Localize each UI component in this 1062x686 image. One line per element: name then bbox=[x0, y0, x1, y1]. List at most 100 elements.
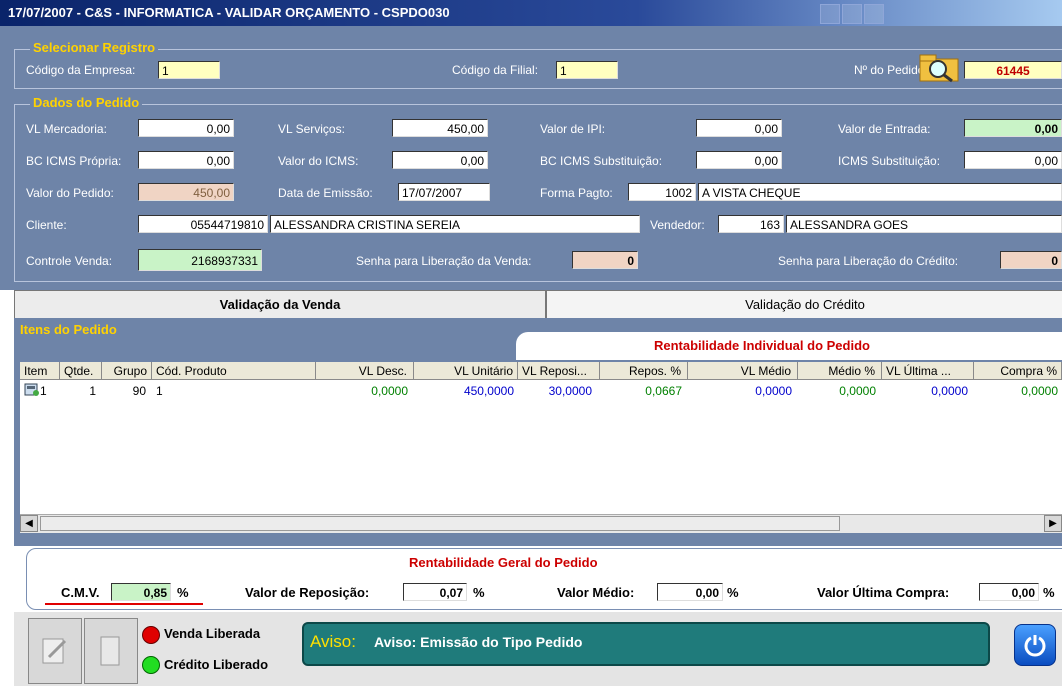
medio-label: Valor Médio: bbox=[557, 585, 635, 600]
window-title: 17/07/2007 - C&S - INFORMATICA - VALIDAR… bbox=[8, 5, 450, 20]
rentabilidade-geral-panel: Rentabilidade Geral do Pedido C.M.V. 0,8… bbox=[26, 548, 1062, 610]
vl-servicos-field[interactable]: 450,00 bbox=[392, 119, 488, 137]
cmv-field[interactable]: 0,85 bbox=[111, 583, 171, 601]
bc-icms-subst-field[interactable]: 0,00 bbox=[696, 151, 782, 169]
tab-validacao-credito[interactable]: Validação do Crédito bbox=[546, 290, 1062, 319]
column-header[interactable]: VL Desc. bbox=[316, 362, 414, 380]
horizontal-scrollbar[interactable]: ◀ ▶ bbox=[20, 514, 1062, 533]
scrollbar-thumb[interactable] bbox=[40, 516, 840, 531]
cell-reposicao: 30,0000 bbox=[548, 384, 592, 398]
valor-icms-field[interactable]: 0,00 bbox=[392, 151, 488, 169]
vl-servicos-label: VL Serviços: bbox=[278, 122, 345, 136]
cell-item: 1 bbox=[40, 384, 47, 398]
title-bar-button[interactable] bbox=[820, 4, 840, 24]
venda-status-red-icon bbox=[142, 626, 160, 644]
column-header[interactable]: Cód. Produto bbox=[152, 362, 316, 380]
reposicao-percent: % bbox=[473, 585, 485, 600]
column-header[interactable]: Qtde. bbox=[60, 362, 102, 380]
aviso-box: Aviso: Aviso: Emissão do Tipo Pedido bbox=[302, 622, 990, 666]
filial-label: Código da Filial: bbox=[452, 63, 539, 77]
vl-mercadoria-label: VL Mercadoria: bbox=[26, 122, 107, 136]
credito-status-green-icon bbox=[142, 656, 160, 674]
controle-venda-label: Controle Venda: bbox=[26, 254, 113, 268]
edit-document-button[interactable] bbox=[28, 618, 82, 684]
icms-subst-field[interactable]: 0,00 bbox=[964, 151, 1062, 169]
cell-grupo: 90 bbox=[132, 384, 146, 398]
ultima-compra-label: Valor Última Compra: bbox=[817, 585, 950, 600]
section-title-itens: Itens do Pedido bbox=[20, 322, 117, 337]
cell-medio: 0,0000 bbox=[755, 384, 792, 398]
cell-compra-pct: 0,0000 bbox=[1021, 384, 1058, 398]
power-button[interactable] bbox=[1014, 624, 1056, 666]
vendedor-code-field[interactable]: 163 bbox=[718, 215, 784, 233]
medio-percent: % bbox=[727, 585, 739, 600]
filial-field[interactable]: 1 bbox=[556, 61, 618, 79]
tab-strip: Validação da Venda Validação do Crédito bbox=[14, 290, 1062, 319]
cmv-label: C.M.V. bbox=[61, 585, 100, 600]
valor-entrada-field[interactable]: 0,00 bbox=[964, 119, 1062, 137]
column-header[interactable]: Grupo bbox=[102, 362, 152, 380]
vendedor-name-field[interactable]: ALESSANDRA GOES bbox=[786, 215, 1062, 233]
valor-ipi-field[interactable]: 0,00 bbox=[696, 119, 782, 137]
cmv-underline bbox=[45, 603, 203, 605]
valor-ipi-label: Valor de IPI: bbox=[540, 122, 606, 136]
ultima-compra-field[interactable]: 0,00 bbox=[979, 583, 1039, 601]
data-emissao-label: Data de Emissão: bbox=[278, 186, 373, 200]
column-header[interactable]: VL Reposi... bbox=[518, 362, 600, 380]
cliente-name-field[interactable]: ALESSANDRA CRISTINA SEREIA bbox=[270, 215, 640, 233]
scroll-left-arrow-icon[interactable]: ◀ bbox=[20, 515, 38, 532]
column-header[interactable]: Item bbox=[20, 362, 60, 380]
pedido-number-field[interactable]: 61445 bbox=[964, 61, 1062, 79]
cell-ultima: 0,0000 bbox=[931, 384, 968, 398]
title-bar-button[interactable] bbox=[864, 4, 884, 24]
scroll-right-arrow-icon[interactable]: ▶ bbox=[1044, 515, 1062, 532]
valor-entrada-label: Valor de Entrada: bbox=[838, 122, 931, 136]
title-bar: 17/07/2007 - C&S - INFORMATICA - VALIDAR… bbox=[0, 0, 1062, 26]
forma-pagto-code-field[interactable]: 1002 bbox=[628, 183, 696, 201]
search-folder-icon[interactable] bbox=[918, 53, 962, 83]
tab-validacao-venda[interactable]: Validação da Venda bbox=[14, 290, 546, 318]
exit-door-button[interactable] bbox=[84, 618, 138, 684]
medio-field[interactable]: 0,00 bbox=[657, 583, 723, 601]
empresa-field[interactable]: 1 bbox=[158, 61, 220, 79]
cell-medio-pct: 0,0000 bbox=[839, 384, 876, 398]
controle-venda-field[interactable]: 2168937331 bbox=[138, 249, 262, 271]
valor-icms-label: Valor do ICMS: bbox=[278, 154, 359, 168]
aviso-message: Aviso: Emissão do Tipo Pedido bbox=[374, 634, 583, 650]
table-row[interactable]: 1 1 90 1 0,0000 450,0000 30,0000 0,0667 … bbox=[20, 382, 1062, 400]
door-icon bbox=[100, 636, 120, 666]
senha-venda-label: Senha para Liberação da Venda: bbox=[356, 254, 532, 268]
section-title-selecionar: Selecionar Registro bbox=[30, 40, 159, 55]
senha-credito-field[interactable]: 0 bbox=[1000, 251, 1062, 269]
empresa-label: Código da Empresa: bbox=[26, 63, 136, 77]
rentab-individual-title: Rentabilidade Individual do Pedido bbox=[654, 338, 870, 353]
title-bar-button[interactable] bbox=[842, 4, 862, 24]
bc-icms-propria-field[interactable]: 0,00 bbox=[138, 151, 234, 169]
column-header[interactable]: Compra % bbox=[974, 362, 1062, 380]
cliente-label: Cliente: bbox=[26, 218, 67, 232]
cell-qtde: 1 bbox=[89, 384, 96, 398]
cmv-percent: % bbox=[177, 585, 189, 600]
column-header[interactable]: VL Última ... bbox=[882, 362, 974, 380]
valor-pedido-field[interactable]: 450,00 bbox=[138, 183, 234, 201]
column-header[interactable]: Repos. % bbox=[600, 362, 688, 380]
section-title-dados: Dados do Pedido bbox=[30, 95, 143, 110]
vl-mercadoria-field[interactable]: 0,00 bbox=[138, 119, 234, 137]
vendedor-label: Vendedor: bbox=[650, 218, 705, 232]
column-header[interactable]: VL Unitário bbox=[414, 362, 518, 380]
column-header[interactable]: Médio % bbox=[798, 362, 882, 380]
forma-pagto-desc-field[interactable]: A VISTA CHEQUE bbox=[698, 183, 1062, 201]
icms-subst-label: ICMS Substituição: bbox=[838, 154, 941, 168]
power-icon bbox=[1024, 635, 1046, 657]
senha-credito-label: Senha para Liberação do Crédito: bbox=[778, 254, 959, 268]
column-header[interactable]: VL Médio bbox=[688, 362, 798, 380]
items-grid: Item Qtde. Grupo Cód. Produto VL Desc. V… bbox=[20, 362, 1062, 533]
pedido-label: Nº do Pedido: bbox=[854, 63, 928, 77]
forma-pagto-label: Forma Pagto: bbox=[540, 186, 613, 200]
data-emissao-field[interactable]: 17/07/2007 bbox=[398, 183, 490, 201]
senha-venda-field[interactable]: 0 bbox=[572, 251, 638, 269]
cell-unitario: 450,0000 bbox=[463, 384, 514, 398]
cliente-code-field[interactable]: 05544719810 bbox=[138, 215, 268, 233]
venda-liberada-label: Venda Liberada bbox=[164, 626, 261, 641]
reposicao-field[interactable]: 0,07 bbox=[403, 583, 467, 601]
